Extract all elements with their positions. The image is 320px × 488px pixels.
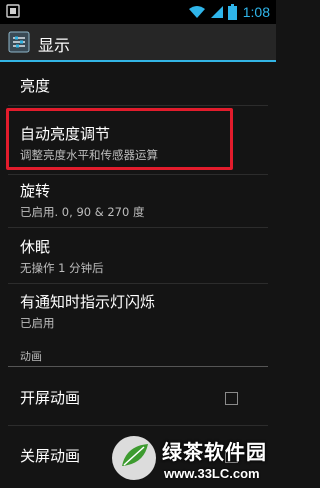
divider bbox=[8, 105, 268, 106]
setting-brightness[interactable]: 亮度 bbox=[0, 76, 276, 96]
divider bbox=[8, 425, 268, 426]
divider bbox=[8, 174, 268, 175]
wifi-icon bbox=[188, 6, 205, 18]
divider bbox=[8, 227, 268, 228]
setting-rotation[interactable]: 旋转 已启用. 0, 90 & 270 度 bbox=[0, 181, 276, 220]
divider bbox=[8, 283, 268, 284]
signal-icon bbox=[210, 6, 223, 18]
settings-icon[interactable] bbox=[8, 31, 30, 53]
watermark-name: 绿茶软件园 bbox=[162, 440, 267, 464]
screen-on-animation-checkbox[interactable] bbox=[225, 392, 238, 405]
section-divider bbox=[8, 366, 268, 367]
watermark-url: www.33LC.com bbox=[164, 466, 260, 481]
status-time: 1:08 bbox=[242, 4, 270, 20]
android-debug-icon bbox=[6, 4, 20, 18]
setting-notification-light[interactable]: 有通知时指示灯闪烁 已启用 bbox=[0, 292, 276, 331]
setting-notification-light-title: 有通知时指示灯闪烁 bbox=[20, 293, 156, 311]
highlight-box bbox=[6, 108, 233, 170]
setting-sleep[interactable]: 休眠 无操作 1 分钟后 bbox=[0, 237, 276, 276]
status-bar: 1:08 bbox=[0, 0, 276, 24]
battery-icon bbox=[227, 4, 237, 20]
setting-brightness-title: 亮度 bbox=[20, 77, 51, 95]
watermark: 绿茶软件园 www.33LC.com bbox=[108, 430, 276, 488]
setting-sleep-summary: 无操作 1 分钟后 bbox=[20, 261, 104, 275]
setting-notification-light-summary: 已启用 bbox=[20, 316, 55, 330]
setting-sleep-title: 休眠 bbox=[20, 238, 51, 256]
page-title: 显示 bbox=[38, 36, 71, 55]
action-bar: 显示 bbox=[0, 24, 276, 62]
leaf-logo-icon bbox=[112, 436, 156, 480]
setting-rotation-title: 旋转 bbox=[20, 182, 51, 200]
section-header-animation: 动画 bbox=[20, 350, 42, 363]
setting-rotation-summary: 已启用. 0, 90 & 270 度 bbox=[20, 205, 145, 219]
